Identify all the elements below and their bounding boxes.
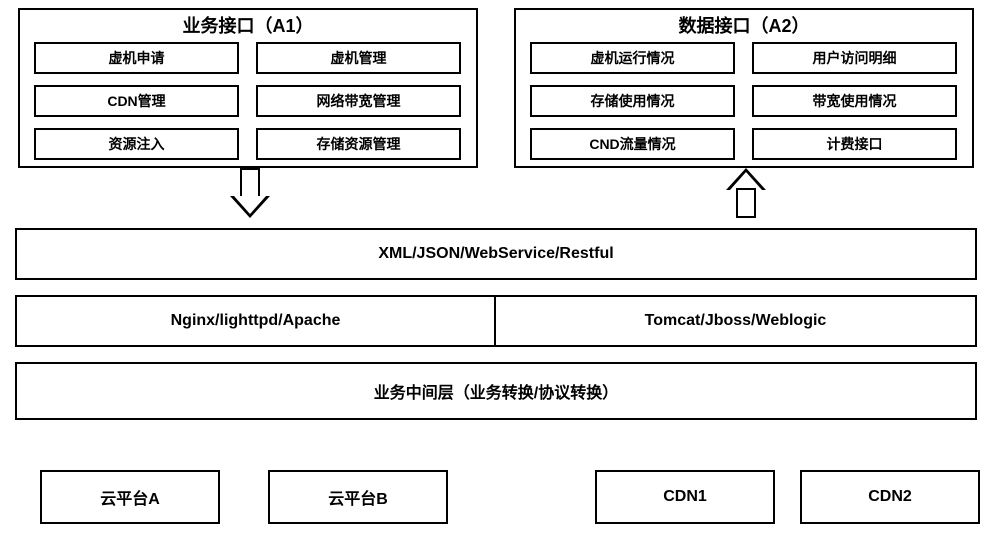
layer-servers-right: Tomcat/Jboss/Weblogic: [496, 295, 977, 347]
platform-cloud-a: 云平台A: [40, 470, 220, 524]
a1-item-1-0: CDN管理: [34, 85, 239, 117]
platform-cdn1: CDN1: [595, 470, 775, 524]
group-a1-title: 业务接口（A1）: [18, 12, 478, 38]
a1-item-1-1: 网络带宽管理: [256, 85, 461, 117]
layer-middle: 业务中间层（业务转换/协议转换）: [15, 362, 977, 420]
layer-servers-left: Nginx/lighttpd/Apache: [15, 295, 496, 347]
group-a2-title: 数据接口（A2）: [514, 12, 974, 38]
a1-item-2-0: 资源注入: [34, 128, 239, 160]
a1-item-2-1: 存储资源管理: [256, 128, 461, 160]
platform-cdn2: CDN2: [800, 470, 980, 524]
a1-item-0-1: 虚机管理: [256, 42, 461, 74]
platform-cloud-b: 云平台B: [268, 470, 448, 524]
architecture-diagram: 业务接口（A1） 虚机申请 虚机管理 CDN管理 网络带宽管理 资源注入 存储资…: [0, 0, 1000, 542]
a2-item-1-1: 带宽使用情况: [752, 85, 957, 117]
a1-item-0-0: 虚机申请: [34, 42, 239, 74]
layer-protocol: XML/JSON/WebService/Restful: [15, 228, 977, 280]
arrow-a1-down: [230, 168, 270, 228]
a2-item-0-1: 用户访问明细: [752, 42, 957, 74]
a2-item-0-0: 虚机运行情况: [530, 42, 735, 74]
a2-item-2-1: 计费接口: [752, 128, 957, 160]
a2-item-2-0: CND流量情况: [530, 128, 735, 160]
a2-item-1-0: 存储使用情况: [530, 85, 735, 117]
arrow-a2-up: [726, 168, 766, 228]
